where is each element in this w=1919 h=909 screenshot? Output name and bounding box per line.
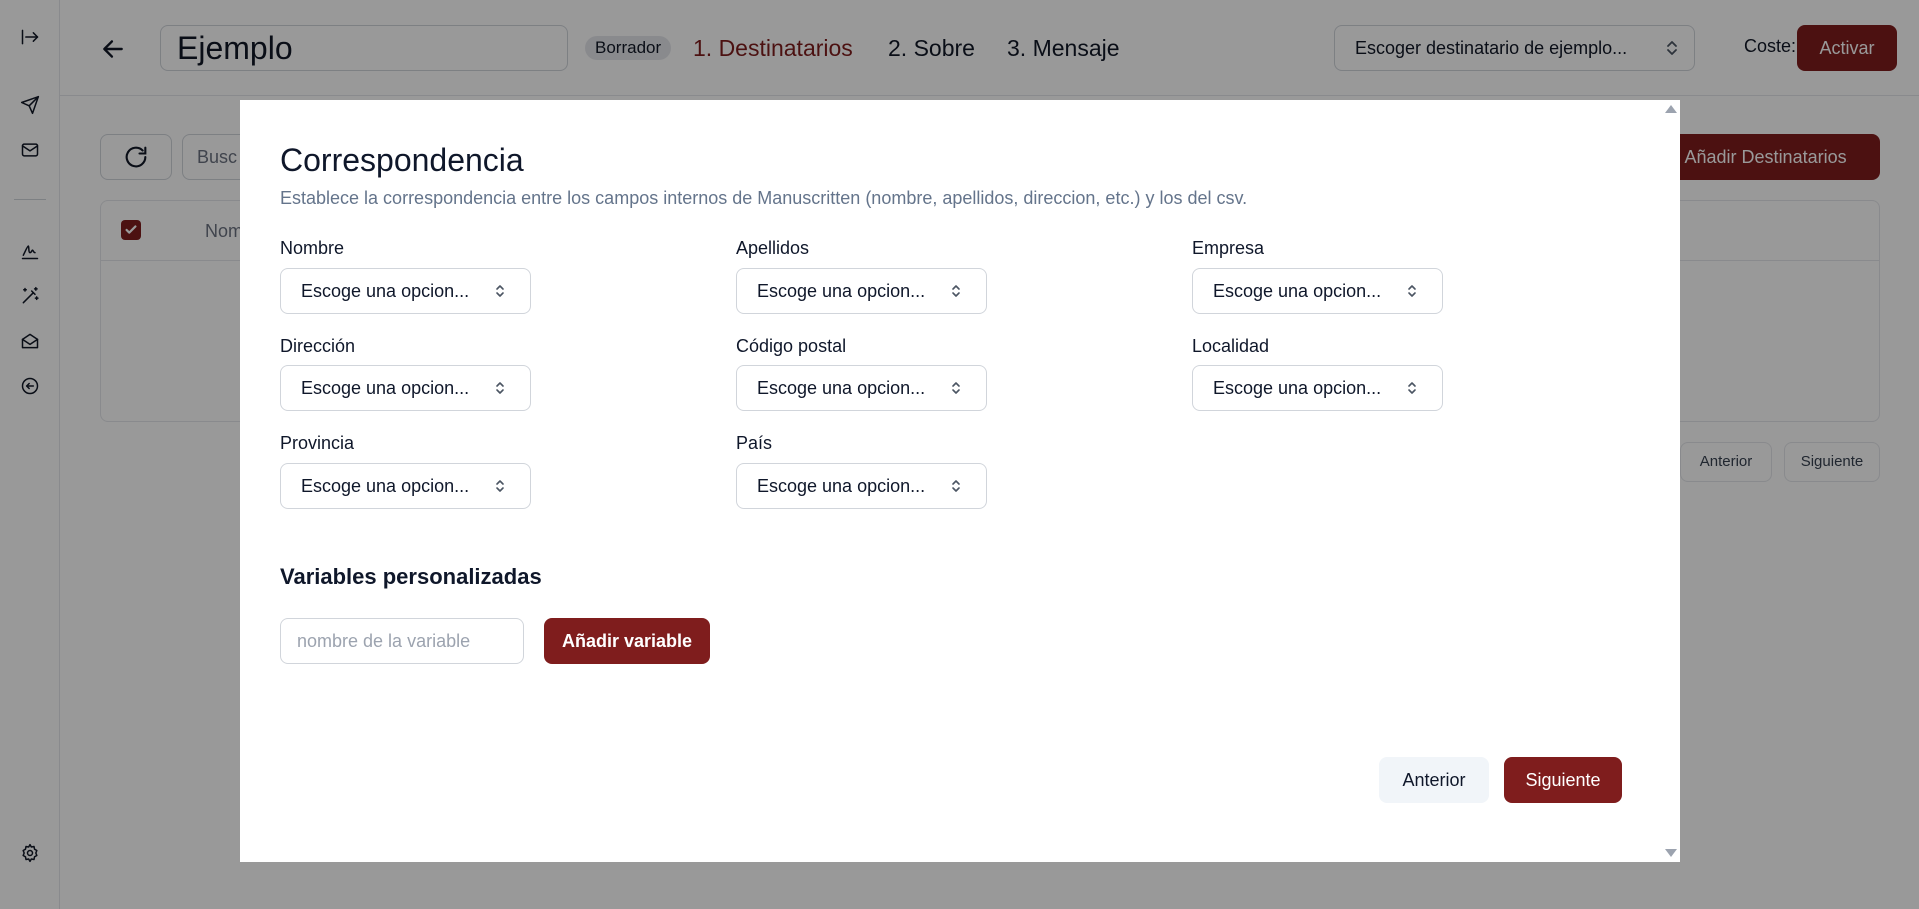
custom-variables-title: Variables personalizadas xyxy=(280,564,542,589)
chevron-up-down-icon xyxy=(952,382,960,394)
select-nombre-value: Escoge una opcion... xyxy=(301,281,470,301)
select-provincia[interactable]: Escoge una opcion... xyxy=(280,463,531,509)
field-label-localidad: Localidad xyxy=(1192,336,1270,356)
chevron-up-down-icon xyxy=(496,285,504,297)
select-pais-value: Escoge una opcion... xyxy=(757,476,926,496)
select-apellidos-value: Escoge una opcion... xyxy=(757,281,926,301)
chevron-up-down-icon xyxy=(496,382,504,394)
select-empresa-value: Escoge una opcion... xyxy=(1213,281,1382,301)
select-direccion-value: Escoge una opcion... xyxy=(301,378,470,398)
field-label-apellidos: Apellidos xyxy=(736,238,810,258)
select-nombre[interactable]: Escoge una opcion... xyxy=(280,268,531,314)
select-codigo-postal-value: Escoge una opcion... xyxy=(757,378,926,398)
modal-title: Correspondencia xyxy=(280,142,524,178)
next-button[interactable]: Siguiente xyxy=(1504,757,1622,803)
select-localidad[interactable]: Escoge una opcion... xyxy=(1192,365,1443,411)
field-label-nombre: Nombre xyxy=(280,238,345,258)
modal-description: Establece la correspondencia entre los c… xyxy=(280,188,1248,208)
variable-name-input[interactable] xyxy=(280,618,524,664)
field-label-provincia: Provincia xyxy=(280,433,355,453)
select-apellidos[interactable]: Escoge una opcion... xyxy=(736,268,987,314)
chevron-up-down-icon xyxy=(1408,285,1416,297)
mapping-modal: Correspondencia Establece la corresponde… xyxy=(240,100,1680,862)
add-variable-button[interactable]: Añadir variable xyxy=(544,618,710,664)
select-codigo-postal[interactable]: Escoge una opcion... xyxy=(736,365,987,411)
field-label-direccion: Dirección xyxy=(280,336,356,356)
chevron-up-down-icon xyxy=(496,480,504,492)
scroll-up-arrow-icon[interactable] xyxy=(1664,104,1678,114)
select-pais[interactable]: Escoge una opcion... xyxy=(736,463,987,509)
field-label-codigo-postal: Código postal xyxy=(736,336,847,356)
scroll-down-arrow-icon[interactable] xyxy=(1664,848,1678,858)
select-localidad-value: Escoge una opcion... xyxy=(1213,378,1382,398)
chevron-up-down-icon xyxy=(952,480,960,492)
select-empresa[interactable]: Escoge una opcion... xyxy=(1192,268,1443,314)
chevron-up-down-icon xyxy=(1408,382,1416,394)
previous-button[interactable]: Anterior xyxy=(1379,757,1489,803)
select-provincia-value: Escoge una opcion... xyxy=(301,476,470,496)
field-label-empresa: Empresa xyxy=(1192,238,1265,258)
select-direccion[interactable]: Escoge una opcion... xyxy=(280,365,531,411)
chevron-up-down-icon xyxy=(952,285,960,297)
field-label-pais: País xyxy=(736,433,773,453)
